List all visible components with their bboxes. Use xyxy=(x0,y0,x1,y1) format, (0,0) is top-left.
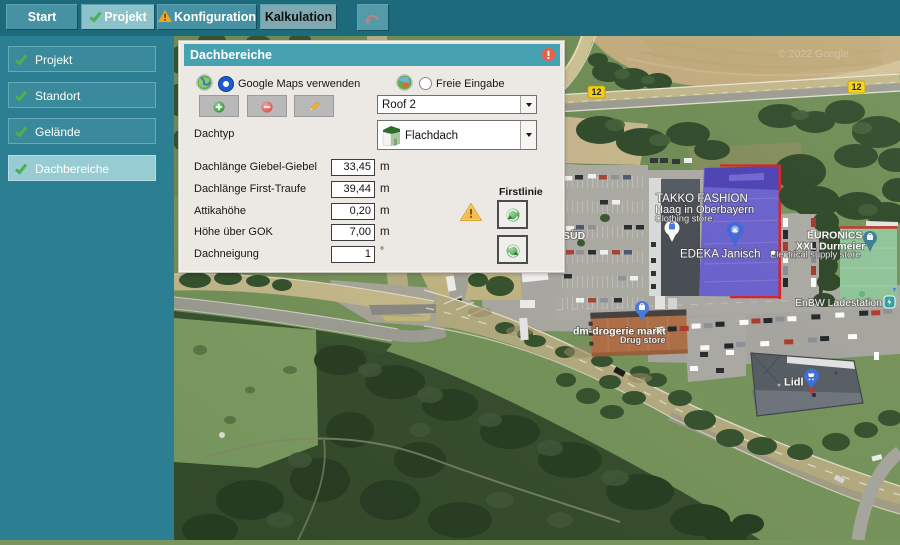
svg-text:© 2022 Google: © 2022 Google xyxy=(778,48,849,60)
